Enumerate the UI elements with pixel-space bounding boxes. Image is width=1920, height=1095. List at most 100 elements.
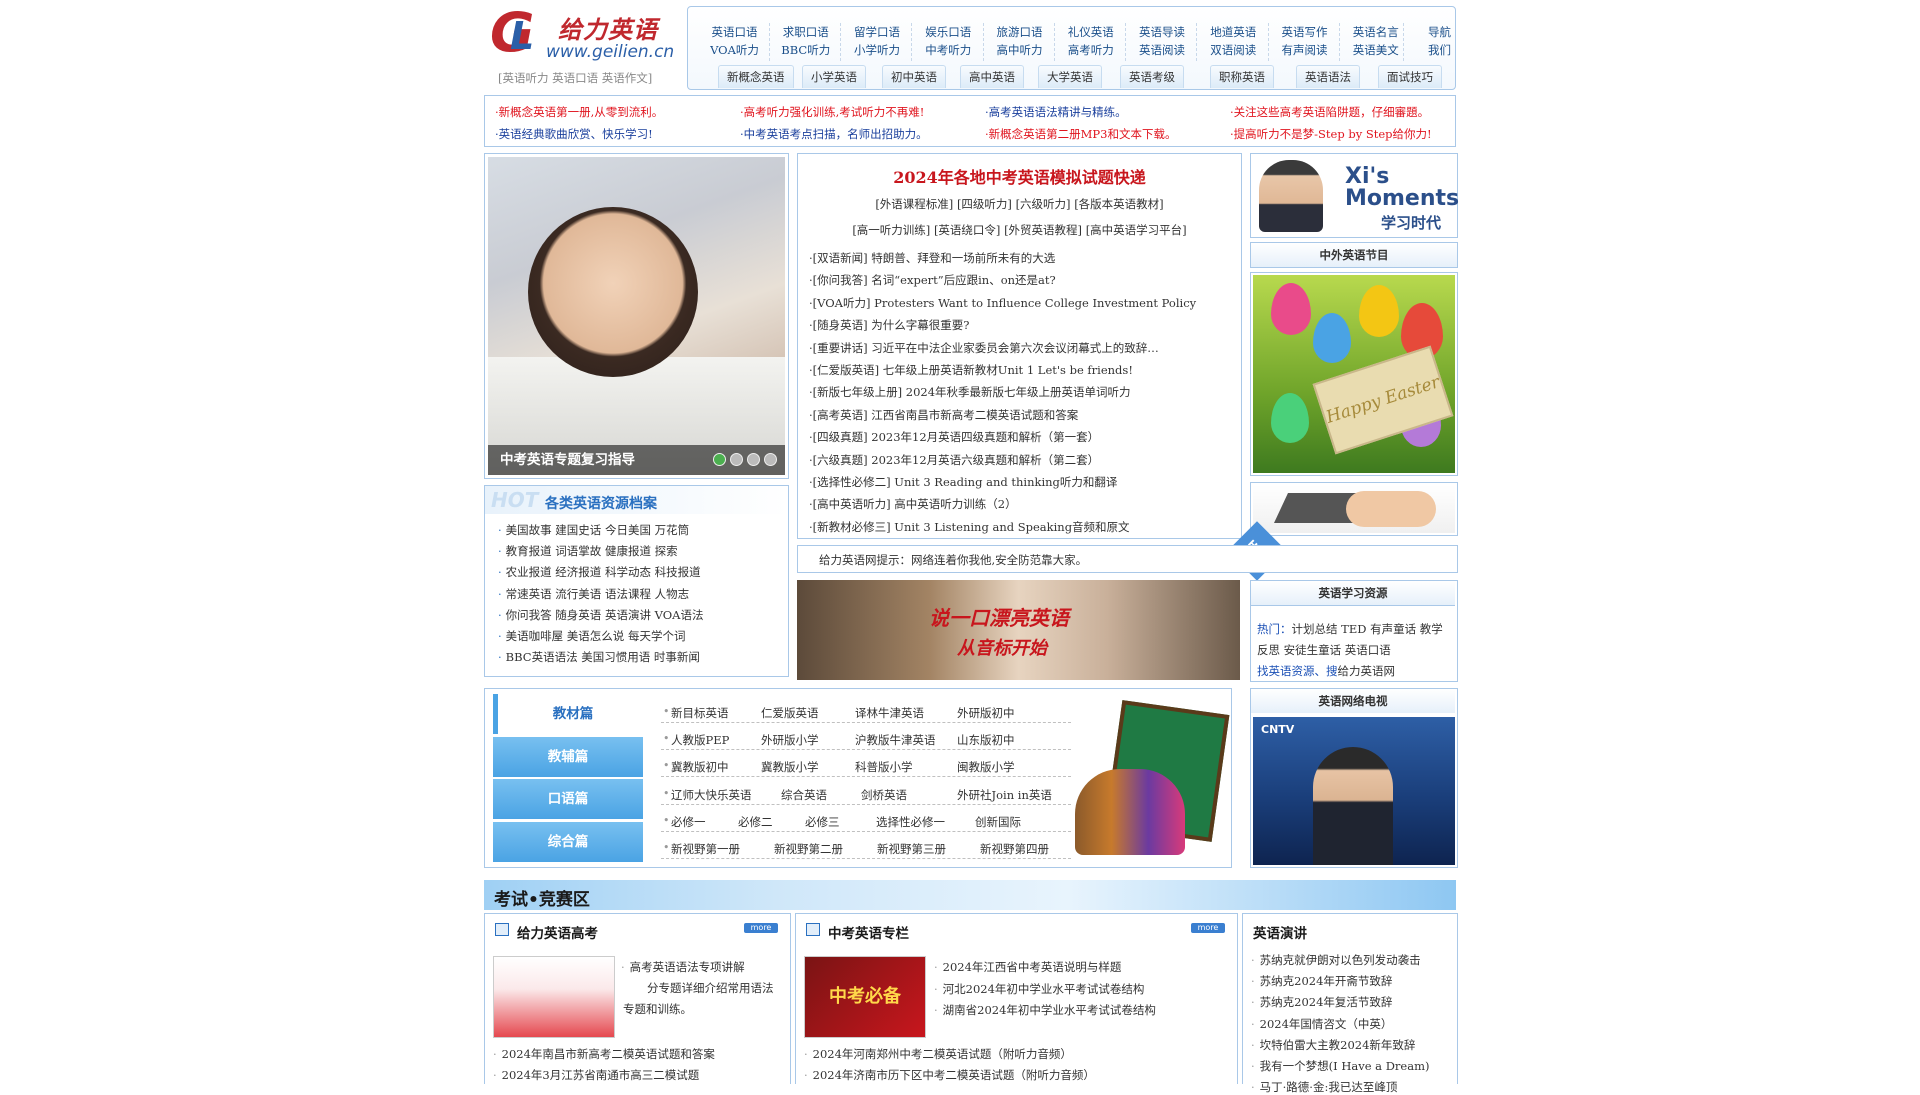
nav-tab-5[interactable]: 大学英语 [1038,65,1102,88]
nav-link-7b[interactable]: 英语阅读 [1127,41,1197,59]
gaokao-item[interactable]: 2024年南昌市新高考二模英语试题和答案 [493,1046,715,1062]
news-item[interactable]: ·[重要讲话] 习近平在中法企业家委员会第六次会议闭幕式上的致辞… [809,340,1159,356]
nav-link-10b[interactable]: 英语美文 [1341,41,1411,59]
ticker-link[interactable]: ·新概念英语第一册,从零到流利。 [495,104,663,120]
gaokao-item[interactable]: 2024年3月江苏省南通市高三二模试题 [493,1067,700,1083]
resource-row[interactable]: 你问我答 随身英语 英语演讲 VOA语法 [498,607,704,623]
resource-title[interactable]: 各类英语资源档案 [545,493,657,513]
nav-link-7a[interactable]: 英语导读 [1127,23,1197,41]
easter-image[interactable]: Happy Easter [1250,272,1458,476]
quick-links-2[interactable]: [高一听力训练] [英语绕口令] [外贸英语教程] [高中英语学习平台] [798,222,1241,238]
zhongkao-title[interactable]: 中考英语专栏 [828,922,909,942]
nav-link-4b[interactable]: 中考听力 [913,41,983,59]
speech-item[interactable]: 苏纳克2024年复活节致辞 [1251,994,1393,1010]
nav-link-5a[interactable]: 旅游口语 [985,23,1055,41]
zhongkao-item[interactable]: 2024年济南市历下区中考二模英语试题（附听力音频） [804,1067,1095,1083]
slider-dot[interactable] [747,453,760,466]
ticker-link[interactable]: ·高考听力强化训练,考试听力不再难! [740,104,924,120]
speech-item[interactable]: 2024年国情咨文（中英） [1251,1016,1393,1032]
slider-photo[interactable] [488,157,785,475]
resource-row[interactable]: 农业报道 经济报道 科学动态 科技报道 [498,564,701,580]
zhongkao-side-item[interactable]: 河北2024年初中学业水平考试试卷结构 [934,981,1145,997]
nav-link-3a[interactable]: 留学口语 [842,23,912,41]
zhongkao-side-item[interactable]: 2024年江西省中考英语说明与样题 [934,959,1122,975]
book-tab-2[interactable]: 教辅篇 [493,736,643,777]
slider-dot[interactable] [730,453,743,466]
slider-dot[interactable] [764,453,777,466]
news-item[interactable]: ·[VOA听力] Protesters Want to Influence Co… [809,295,1196,311]
nav-tab-2[interactable]: 小学英语 [802,65,866,88]
speech-item[interactable]: 马丁·路德·金:我已达至峰顶 [1251,1079,1398,1095]
news-item[interactable]: ·[新版七年级上册] 2024年秋季最新版七年级上册英语单词听力 [809,384,1131,400]
book-tab-1[interactable]: 教材篇 [493,694,648,734]
nav-link-2a[interactable]: 求职口语 [771,23,841,41]
nav-link-11a[interactable]: 导航 [1405,23,1475,41]
engres-links[interactable]: 热门：计划总结 TED 有声童话 教学反思 安徒生童话 英语口语 找英语资源、搜… [1257,619,1453,682]
news-headline[interactable]: 2024年各地中考英语模拟试题快递 [798,164,1241,188]
resource-row[interactable]: 美国故事 建国史话 今日美国 万花筒 [498,522,689,538]
ticker-link[interactable]: ·提高听力不是梦-Step by Step给你力! [1230,126,1432,142]
zhongkao-item[interactable]: 2024年河南郑州中考二模英语试题（附听力音频） [804,1046,1072,1062]
resource-row[interactable]: 教育报道 词语掌故 健康报道 探索 [498,543,678,559]
news-item[interactable]: ·[高考英语] 江西省南昌市新高考二模英语试题和答案 [809,407,1078,423]
nav-link-5b[interactable]: 高中听力 [985,41,1055,59]
baby-laptop-image[interactable] [1250,482,1458,536]
gaokao-title[interactable]: 给力英语高考 [517,922,598,942]
nav-tab-3[interactable]: 初中英语 [882,65,946,88]
book-tab-3[interactable]: 口语篇 [493,779,643,819]
tv-screen[interactable]: CNTV [1253,717,1455,865]
speech-title[interactable]: 英语演讲 [1253,922,1307,942]
nav-tab-4[interactable]: 高中英语 [960,65,1024,88]
nav-link-6a[interactable]: 礼仪英语 [1056,23,1126,41]
news-item[interactable]: ·[双语新闻] 特朗普、拜登和一场前所未有的大选 [809,250,1055,266]
phonetics-banner[interactable]: 说一口漂亮英语 从音标开始 [797,580,1240,680]
gaokao-more-button[interactable]: more [744,923,778,933]
ticker-link[interactable]: ·关注这些高考英语陷阱题，仔细審題。 [1230,104,1429,120]
photo-slider[interactable]: 中考英语专题复习指导 [484,153,789,479]
zhongkao-more-button[interactable]: more [1191,923,1225,933]
nav-tab-6[interactable]: 英语考级 [1120,65,1184,88]
nav-link-6b[interactable]: 高考听力 [1056,41,1126,59]
nav-link-4a[interactable]: 娱乐口语 [913,23,983,41]
book-tab-4[interactable]: 综合篇 [493,821,643,862]
news-item[interactable]: ·[选择性必修二] Unit 3 Reading and thinking听力和… [809,474,1117,490]
news-item[interactable]: ·[你问我答] 名词“expert”后应跟in、on还是at? [809,272,1056,288]
ticker-link[interactable]: ·英语经典歌曲欣赏、快乐学习! [495,126,653,142]
nav-link-10a[interactable]: 英语名言 [1341,23,1411,41]
nav-link-2b[interactable]: BBC听力 [771,41,841,59]
nav-link-9a[interactable]: 英语写作 [1270,23,1340,41]
news-item[interactable]: ·[六级真题] 2023年12月英语六级真题和解析（第二套） [809,452,1099,468]
nav-tab-7[interactable]: 职称英语 [1210,65,1274,88]
ticker-link[interactable]: ·新概念英语第二册MP3和文本下载。 [985,126,1176,142]
nav-link-9b[interactable]: 有声阅读 [1270,41,1340,59]
slider-dot[interactable] [713,453,726,466]
nav-link-8b[interactable]: 双语阅读 [1198,41,1268,59]
speech-item[interactable]: 我有一个梦想(I Have a Dream) [1251,1058,1430,1074]
speech-item[interactable]: 坎特伯雷大主教2024新年致辞 [1251,1037,1416,1053]
zhongkao-side-item[interactable]: 湖南省2024年初中学业水平考试试卷结构 [934,1002,1156,1018]
nav-tab-8[interactable]: 英语语法 [1296,65,1360,88]
site-logo[interactable]: G L 给力英语 www.geilien.cn [英语听力 英语口语 英语作文] [488,2,674,90]
news-item[interactable]: ·[仁爱版英语] 七年级上册英语新教材Unit 1 Let's be frien… [809,362,1133,378]
gaokao-feature-title[interactable]: 高考英语语法专项讲解 [621,959,745,975]
nav-link-1a[interactable]: 英语口语 [700,23,770,41]
nav-link-11b[interactable]: 我们 [1405,41,1475,59]
resource-row[interactable]: 美语咖啡屋 美语怎么说 每天学个词 [498,628,686,644]
ticker-link[interactable]: ·高考英语语法精讲与精练。 [985,104,1127,120]
resource-row[interactable]: 常速英语 流行美语 语法课程 人物志 [498,586,689,602]
speech-item[interactable]: 苏纳克就伊朗对以色列发动袭击 [1251,952,1421,968]
nav-tab-1[interactable]: 新概念英语 [718,65,794,88]
ticker-link[interactable]: ·中考英语考点扫描，名师出招助力。 [740,126,928,142]
nav-link-3b[interactable]: 小学听力 [842,41,912,59]
nav-link-1b[interactable]: VOA听力 [700,41,770,59]
speech-item[interactable]: 苏纳克2024年开斋节致辞 [1251,973,1393,989]
xi-moments-banner[interactable]: Xi's Moments 学习时代 [1250,153,1459,238]
nav-link-8a[interactable]: 地道英语 [1198,23,1268,41]
quick-links-1[interactable]: [外语课程标准] [四级听力] [六级听力] [各版本英语教材] [798,196,1241,212]
nav-tab-9[interactable]: 面试技巧 [1378,65,1442,88]
zhongkao-book-thumb[interactable]: 中考必备 [804,956,926,1038]
news-item[interactable]: ·[四级真题] 2023年12月英语四级真题和解析（第一套） [809,429,1099,445]
resource-row[interactable]: BBC英语语法 美国习惯用语 时事新闻 [498,649,700,665]
news-item[interactable]: ·[新教材必修三] Unit 3 Listening and Speaking音… [809,519,1130,535]
gaokao-book-thumb[interactable] [493,956,615,1038]
